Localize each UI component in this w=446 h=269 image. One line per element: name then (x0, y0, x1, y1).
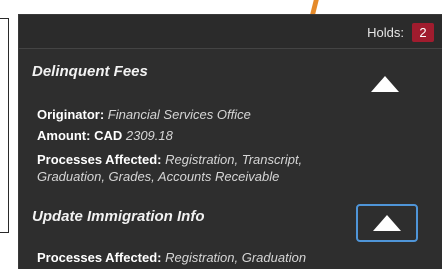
holds-count-badge: 2 (412, 23, 434, 42)
screen: Holds: 2 Delinquent Fees Originator: Fin… (0, 0, 446, 269)
processes-affected-row: Processes Affected: Registration, Gradua… (37, 249, 437, 266)
collapse-button-delinquent-fees[interactable] (356, 68, 414, 100)
processes-label: Processes Affected: (37, 152, 162, 167)
hold-title-update-immigration-info[interactable]: Update Immigration Info (32, 208, 205, 225)
originator-value: Financial Services Office (107, 107, 251, 122)
amount-label: Amount: (37, 128, 91, 143)
collapse-button-update-immigration-info[interactable] (356, 204, 418, 242)
background-frame (0, 18, 9, 233)
amount-currency: CAD (94, 128, 123, 143)
accent-mark (310, 0, 319, 14)
hold-title-delinquent-fees[interactable]: Delinquent Fees (32, 63, 148, 80)
holds-panel: Holds: 2 Delinquent Fees Originator: Fin… (18, 14, 442, 269)
originator-label: Originator: (37, 107, 105, 122)
holds-header: Holds: 2 (19, 15, 442, 49)
amount-row: Amount: CAD 2309.18 (37, 127, 173, 144)
amount-value: 2309.18 (125, 128, 173, 143)
processes-affected-row: Processes Affected: Registration, Transc… (37, 151, 367, 185)
originator-row: Originator: Financial Services Office (37, 106, 251, 123)
holds-label: Holds: (367, 25, 404, 40)
processes-value: Registration, Graduation (165, 250, 307, 265)
triangle-up-icon (373, 215, 401, 231)
triangle-up-icon (371, 76, 399, 92)
processes-label: Processes Affected: (37, 250, 162, 265)
